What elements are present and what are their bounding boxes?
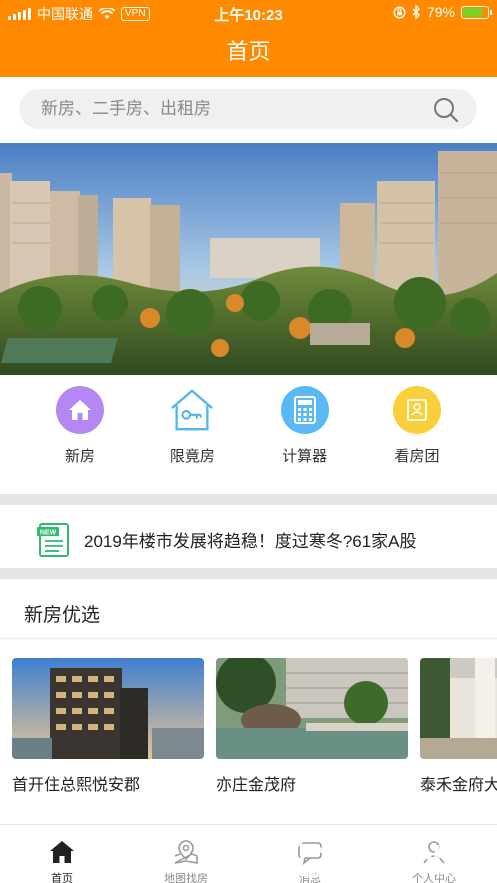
house-card-image[interactable] <box>12 658 204 759</box>
quick-entry-label: 看房团 <box>394 448 440 465</box>
home-icon <box>56 386 104 434</box>
status-bar: 中国联通 VPN 上午10:23 79% <box>0 0 497 26</box>
lock-rotation-icon <box>393 5 406 19</box>
bluetooth-icon <box>412 5 420 19</box>
badge-icon <box>392 386 441 434</box>
quick-entry-viewing-group[interactable]: 看房团 <box>367 386 467 470</box>
section-divider <box>0 568 497 579</box>
house-card-name[interactable]: 首开住总熙悦安郡 <box>12 771 204 795</box>
house-card-image[interactable] <box>420 658 497 759</box>
svg-text:NEW: NEW <box>40 530 57 537</box>
banner-image[interactable] <box>0 143 497 375</box>
search-input[interactable] <box>41 89 421 129</box>
quick-entry-limited-house[interactable]: 限竟房 <box>142 386 242 470</box>
news-icon: NEW <box>37 523 69 557</box>
quick-entry-label: 新房 <box>64 448 95 465</box>
tab-map-search[interactable]: 地图找房 <box>124 825 248 883</box>
house-card-name[interactable]: 泰禾金府大 <box>420 771 497 795</box>
battery-icon <box>461 5 492 19</box>
quick-entry-label: 计算器 <box>282 448 328 465</box>
quick-entry-label: 限竟房 <box>169 448 215 465</box>
quick-entry-calculator[interactable]: 计算器 <box>255 386 355 470</box>
section-divider <box>0 494 497 505</box>
divider <box>0 638 497 639</box>
home-icon <box>50 841 74 863</box>
watermark-logo <box>291 834 495 879</box>
tab-home[interactable]: 首页 <box>0 825 124 883</box>
calculator-icon <box>280 386 329 434</box>
news-ticker[interactable]: NEW 2019年楼市发展将趋稳！度过寒冬?61家A股 <box>0 508 497 568</box>
house-card-name[interactable]: 亦庄金茂府 <box>216 771 408 795</box>
news-headline[interactable]: 2019年楼市发展将趋稳！度过寒冬?61家A股 <box>84 527 417 552</box>
house-card-list: 首开住总熙悦安郡 亦庄金茂府 泰禾金府大 <box>12 658 497 798</box>
battery-percent: 79% <box>426 4 455 20</box>
tab-label: 地图找房 <box>164 873 208 883</box>
house-card[interactable]: 亦庄金茂府 <box>216 658 408 795</box>
tab-label: 首页 <box>51 873 73 883</box>
search-icon[interactable] <box>433 97 459 123</box>
section-title: 新房优选 <box>24 605 101 626</box>
search-bar[interactable] <box>19 89 477 129</box>
house-key-icon <box>168 386 216 434</box>
house-card-image[interactable] <box>216 658 408 759</box>
top-bar: 中国联通 VPN 上午10:23 79% 首页 <box>0 0 497 77</box>
house-card[interactable]: 首开住总熙悦安郡 <box>12 658 204 795</box>
quick-entries: 新房 限竟房 计算器 看房团 <box>30 386 467 470</box>
page-title: 首页 <box>226 39 271 64</box>
house-card[interactable]: 泰禾金府大 <box>420 658 497 795</box>
map-pin-icon <box>174 840 198 864</box>
quick-entry-new-house[interactable]: 新房 <box>30 386 130 470</box>
